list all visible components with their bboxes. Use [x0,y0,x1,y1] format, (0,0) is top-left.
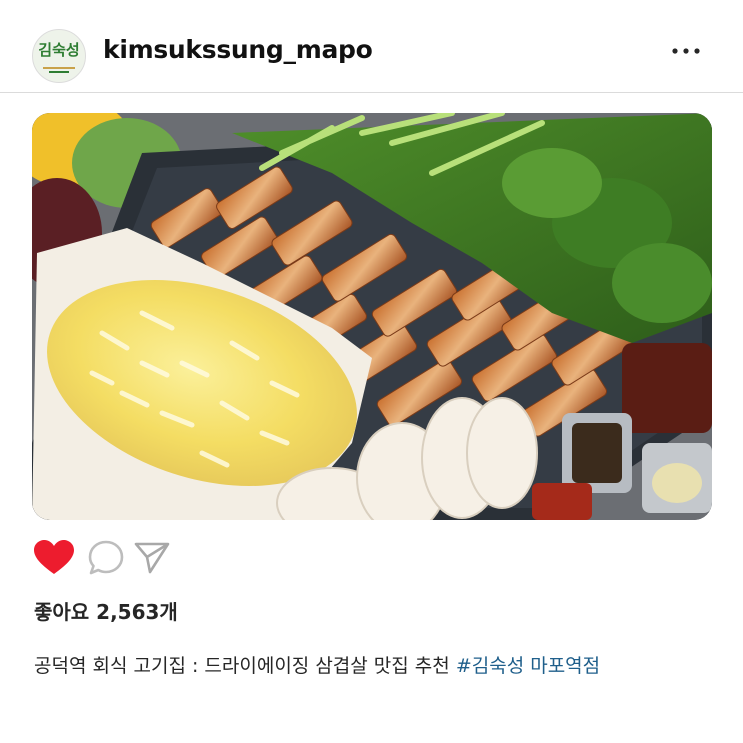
brand-logo-subline-icon [43,67,75,73]
username[interactable]: kimsukssung_mapo [103,35,373,64]
caption: 공덕역 회식 고기집 : 드라이에이징 삼겹살 맛집 추천 #김숙성 마포역점 [34,651,600,678]
more-options-icon[interactable] [671,46,701,56]
post-header: 김숙성 kimsukssung_mapo [0,0,743,92]
hashtag-link[interactable]: #김숙성 마포역점 [456,655,600,677]
grilled-pork-belly-photo [32,113,712,520]
svg-text:김숙성: 김숙성 [39,41,79,59]
post-actions [32,538,232,578]
heart-icon[interactable] [32,538,76,578]
post-image[interactable] [32,113,712,520]
send-icon[interactable] [132,540,172,576]
likes-count[interactable]: 좋아요 2,563개 [34,596,178,625]
comment-icon[interactable] [86,538,126,578]
header-divider [0,92,743,93]
brand-logo-icon: 김숙성 [39,36,79,62]
avatar[interactable]: 김숙성 [32,29,86,83]
caption-text: 공덕역 회식 고기집 : 드라이에이징 삼겹살 맛집 추천 [34,655,456,677]
